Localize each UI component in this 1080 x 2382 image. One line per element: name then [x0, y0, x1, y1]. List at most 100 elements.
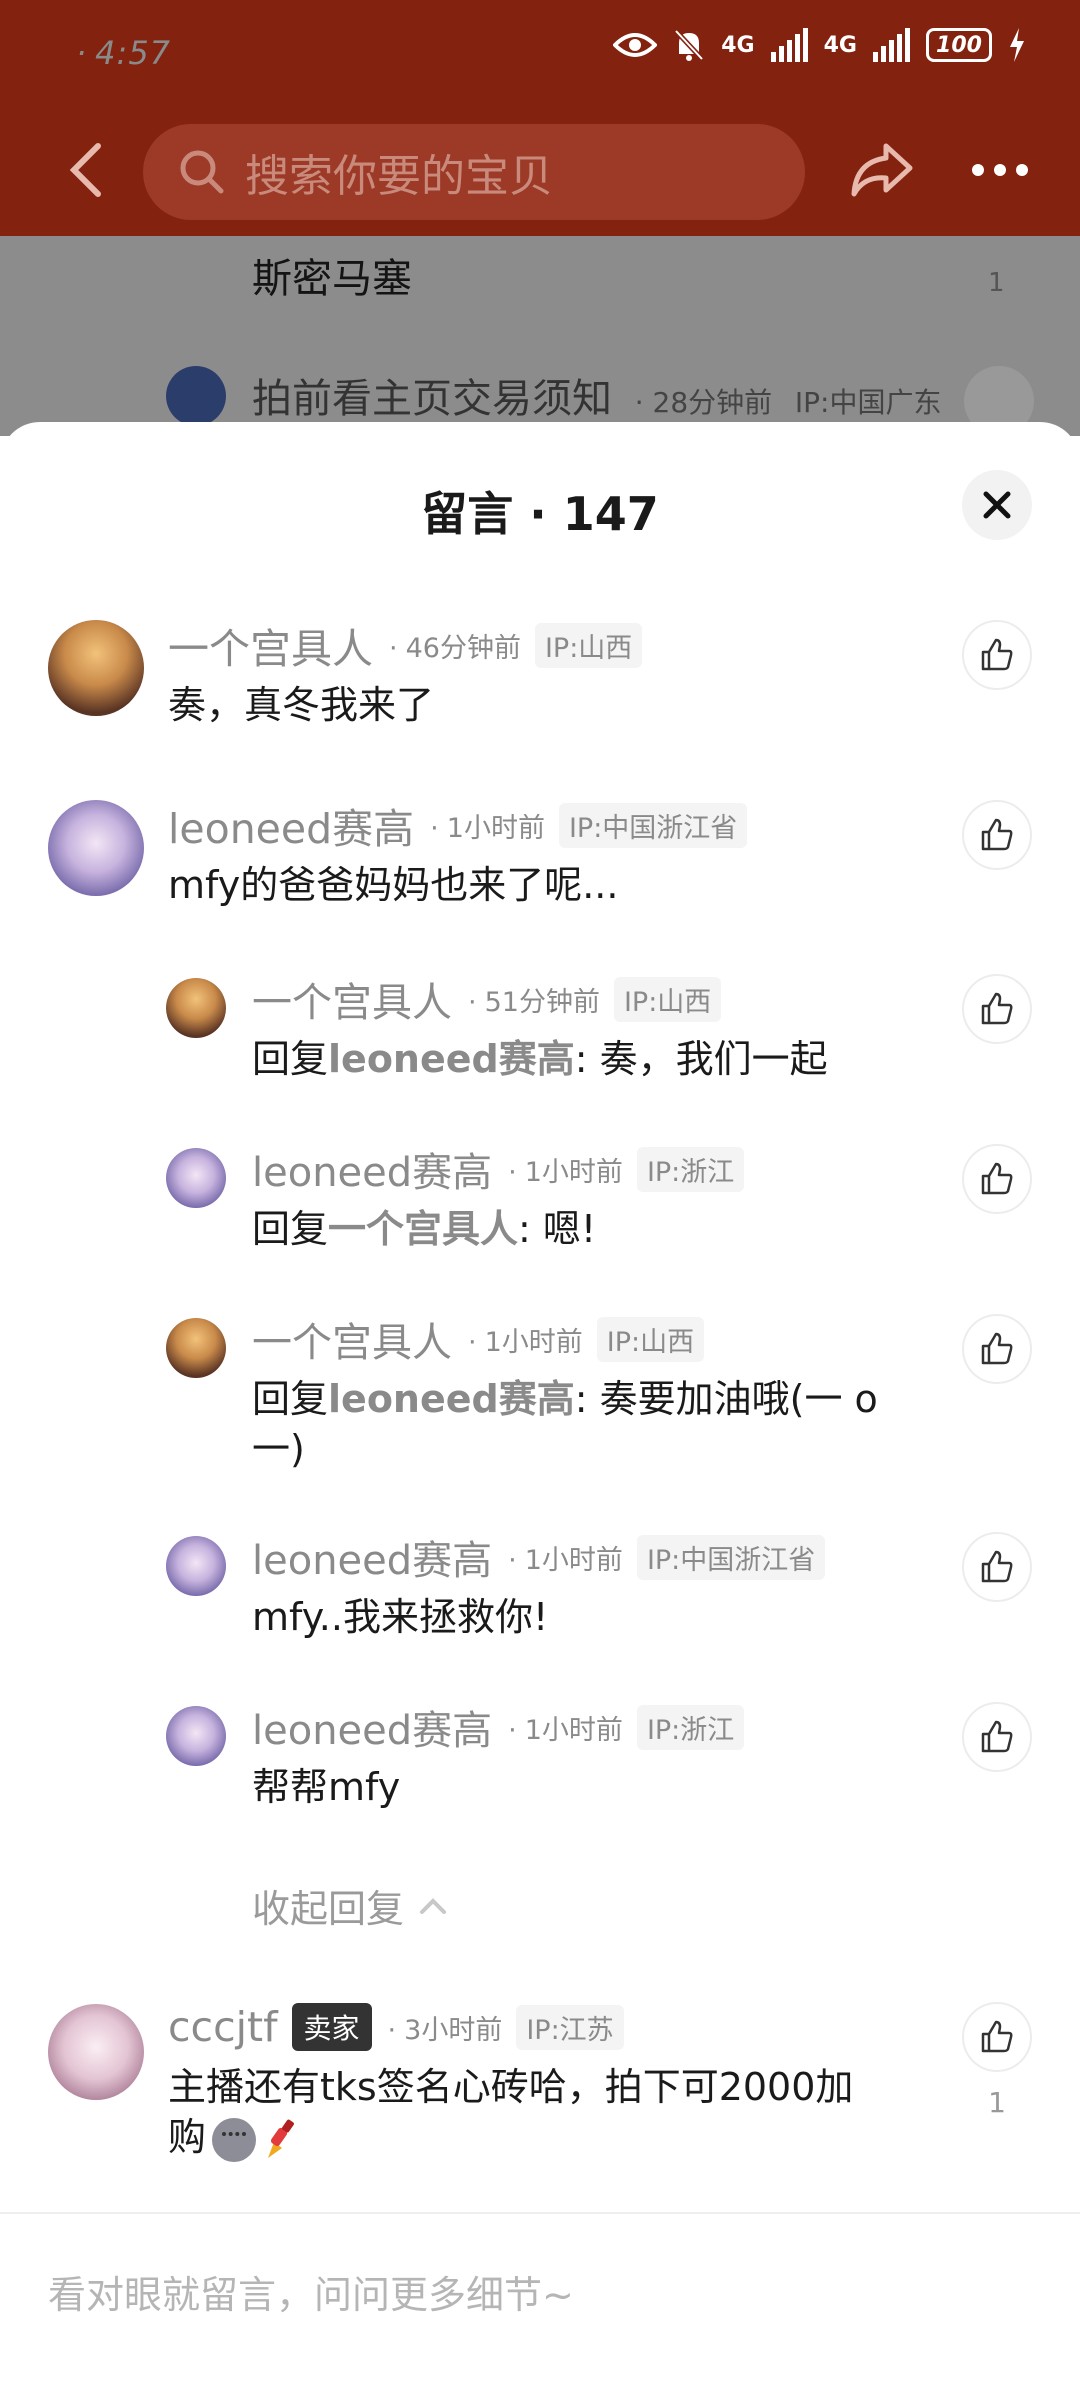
timestamp: 1小时前	[430, 806, 545, 845]
like-button[interactable]	[962, 1702, 1032, 1772]
avatar[interactable]	[166, 1706, 226, 1766]
background-page: 斯密马塞 1 拍前看主页交易须知 · 28分钟前 IP:中国广东	[0, 236, 1080, 436]
username[interactable]: leoneed赛高	[252, 1140, 492, 1198]
like-button[interactable]	[962, 1144, 1032, 1214]
search-input[interactable]: 搜索你要的宝贝	[143, 124, 805, 220]
comment-text[interactable]: 奏，真冬我来了	[168, 680, 918, 730]
close-icon	[983, 491, 1011, 519]
avatar[interactable]	[166, 1148, 226, 1208]
username[interactable]: leoneed赛高	[252, 1528, 492, 1586]
reply-target-user[interactable]: 一个宫具人	[328, 1207, 518, 1251]
reply-target-user[interactable]: leoneed赛高	[328, 1377, 575, 1421]
chevron-up-icon	[420, 1897, 447, 1914]
username[interactable]: 一个宫具人	[252, 1310, 452, 1368]
reply-body: leoneed赛高 1小时前 IP:浙江 帮帮mfy	[252, 1702, 1002, 1812]
thumbs-up-icon	[981, 638, 1013, 671]
network-label-1: 4G	[721, 32, 755, 58]
avatar[interactable]	[166, 978, 226, 1038]
like-button[interactable]	[962, 974, 1032, 1044]
reply-prefix: 回复	[252, 1037, 329, 1081]
timestamp: 51分钟前	[468, 980, 600, 1019]
reply-body: 一个宫具人 51分钟前 IP:山西 回复leoneed赛高: 奏，我们一起	[252, 974, 1002, 1084]
reply-text[interactable]: 回复leoneed赛高: 奏，我们一起	[252, 1034, 1002, 1084]
avatar[interactable]	[48, 620, 144, 716]
ip-tag: IP:浙江	[636, 1704, 745, 1750]
background-comment-header: 拍前看主页交易须知 · 28分钟前 IP:中国广东	[252, 366, 941, 424]
username[interactable]: leoneed赛高	[168, 795, 414, 855]
comment-text[interactable]: mfy的爸爸妈妈也来了呢...	[168, 860, 918, 910]
username[interactable]: leoneed赛高	[252, 1698, 492, 1756]
comment-text[interactable]: 主播还有tks签名心砖哈，拍下可2000加购	[168, 2062, 888, 2162]
nail-polish-emoji-icon	[268, 2119, 294, 2158]
ip-tag: IP:江苏	[516, 2004, 624, 2050]
timestamp: 1小时前	[468, 1320, 583, 1359]
signal-icon	[770, 28, 808, 62]
comments-sheet: 留言 · 147 一个宫具人 46分钟前 IP:山西 奏，真冬我来了 leone…	[0, 422, 1080, 2382]
background-comment-text: 斯密马塞	[252, 256, 412, 302]
thumbs-up-icon	[981, 992, 1013, 1025]
more-icon[interactable]	[972, 164, 1028, 176]
close-button[interactable]	[962, 470, 1032, 540]
status-time: 4:57	[76, 34, 171, 72]
thumbs-up-icon	[981, 1162, 1013, 1195]
like-button[interactable]	[962, 800, 1032, 870]
battery-level: 100	[936, 32, 982, 58]
reply-text[interactable]: 帮帮mfy	[252, 1762, 1002, 1812]
timestamp: 46分钟前	[389, 626, 521, 665]
comment-input-bar[interactable]: 看对眼就留言，问问更多细节~	[0, 2212, 1080, 2382]
status-icons: 4G 4G 100	[613, 28, 1026, 62]
thumbs-up-icon	[981, 1332, 1013, 1365]
seller-badge: 卖家	[291, 2003, 372, 2051]
eye-icon	[613, 33, 658, 57]
comment-body: 一个宫具人 46分钟前 IP:山西 奏，真冬我来了	[168, 620, 918, 730]
reply-text[interactable]: 回复leoneed赛高: 奏要加油哦(一 o 一)	[252, 1374, 912, 1474]
like-button[interactable]	[962, 2002, 1032, 2072]
reply-text[interactable]: mfy..我来拯救你!	[252, 1592, 1002, 1642]
thumbs-up-icon	[981, 1550, 1013, 1583]
avatar[interactable]	[48, 2004, 144, 2100]
background-like-count: 1	[988, 268, 1005, 298]
top-bar: 4:57 4G 4G 100 搜索你要的宝贝	[0, 0, 1080, 236]
sheet-title: 留言 · 147	[421, 487, 659, 541]
avatar	[166, 366, 226, 426]
ip-tag: IP:中国浙江省	[558, 802, 748, 848]
like-button[interactable]	[962, 1532, 1032, 1602]
charging-icon	[1010, 28, 1024, 62]
username[interactable]: 一个宫具人	[252, 970, 452, 1028]
timestamp: 1小时前	[508, 1538, 623, 1577]
reply-prefix: 回复	[252, 1377, 329, 1421]
like-button[interactable]	[962, 620, 1032, 690]
reply-target-user[interactable]: leoneed赛高	[328, 1037, 575, 1081]
network-label-2: 4G	[823, 32, 857, 58]
timestamp: 1小时前	[508, 1150, 623, 1189]
moon-face-emoji-icon	[212, 2117, 257, 2162]
reply-body: leoneed赛高 1小时前 IP:中国浙江省 mfy..我来拯救你!	[252, 1532, 1002, 1642]
search-placeholder: 搜索你要的宝贝	[245, 151, 553, 202]
reply-body: 一个宫具人 1小时前 IP:山西 回复leoneed赛高: 奏要加油哦(一 o …	[252, 1314, 912, 1474]
share-icon[interactable]	[848, 140, 914, 200]
username[interactable]: cccjtf	[168, 2003, 278, 2051]
back-icon[interactable]	[58, 140, 118, 200]
reply-content: : 嗯!	[518, 1207, 597, 1251]
battery-icon: 100	[926, 28, 992, 62]
ip-tag: IP:山西	[534, 622, 643, 668]
ip-tag: IP:中国广东	[794, 386, 942, 419]
ip-tag: IP:山西	[613, 976, 722, 1022]
thumbs-up-icon	[981, 2020, 1013, 2053]
avatar[interactable]	[166, 1318, 226, 1378]
collapse-replies-button[interactable]: 收起回复	[252, 1878, 448, 1933]
like-button[interactable]	[962, 1314, 1032, 1384]
search-icon	[180, 150, 224, 194]
reply-body: leoneed赛高 1小时前 IP:浙江 回复一个宫具人: 嗯!	[252, 1144, 1002, 1254]
thumbs-up-icon	[981, 1720, 1013, 1753]
avatar[interactable]	[48, 800, 144, 896]
timestamp: 3小时前	[388, 2008, 502, 2047]
signal-icon	[873, 28, 910, 62]
username[interactable]: 一个宫具人	[168, 615, 373, 675]
ip-tag: IP:中国浙江省	[636, 1534, 826, 1580]
reply-text[interactable]: 回复一个宫具人: 嗯!	[252, 1204, 1002, 1254]
thumbs-up-icon	[981, 818, 1013, 851]
avatar[interactable]	[166, 1536, 226, 1596]
timestamp: 1小时前	[508, 1708, 623, 1747]
collapse-label: 收起回复	[252, 1887, 405, 1931]
